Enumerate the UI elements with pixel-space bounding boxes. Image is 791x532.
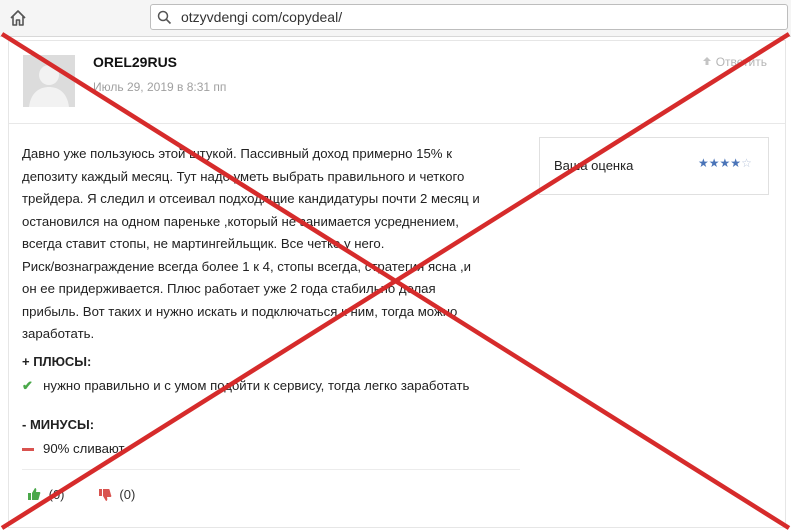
text-line: Давно уже пользуюсь этой штукой. Пассивн…: [22, 146, 452, 161]
thumbs-down-icon[interactable]: [98, 487, 116, 502]
check-icon: ✔: [22, 378, 34, 393]
star-rating[interactable]: ★★★★☆: [698, 156, 752, 170]
text-line: заработать.: [22, 326, 95, 341]
search-icon: [157, 10, 172, 30]
star-icon[interactable]: ★: [730, 156, 741, 170]
minus-icon: [22, 448, 34, 452]
reply-arrow-icon: [702, 55, 715, 69]
text-line: Риск/вознаграждение всегда более 1 к 4, …: [22, 258, 472, 274]
rating-box: Ваша оценка ★★★★☆: [539, 137, 769, 195]
comment-author[interactable]: OREL29RUS: [93, 54, 177, 70]
text-line: остановился на одном пареньке ,который н…: [22, 213, 459, 229]
pros-text: нужно правильно и с умом подойти к серви…: [43, 378, 470, 393]
address-bar[interactable]: otzyvdengi com/copydeal/: [150, 4, 788, 30]
url-text[interactable]: otzyvdengi com/copydeal/: [181, 9, 342, 25]
browser-toolbar: otzyvdengi com/copydeal/: [0, 0, 791, 37]
star-icon[interactable]: ★: [709, 156, 720, 170]
star-icon[interactable]: ☆: [741, 156, 752, 170]
avatar: [23, 55, 75, 107]
text-line: всегда ставит стопы, не мартингейльщик. …: [22, 236, 385, 251]
comment-date: Июль 29, 2019 в 8:31 пп: [93, 80, 227, 94]
cons-item: 90% сливают: [22, 441, 125, 456]
text-line: депозиту каждый месяц. Тут надо уметь вы…: [22, 168, 465, 184]
pros-title: + ПЛЮСЫ:: [22, 354, 92, 369]
text-line: прибыль. Вот таких и нужно искать и подк…: [22, 303, 458, 319]
home-icon[interactable]: [8, 8, 28, 28]
star-icon[interactable]: ★: [698, 156, 709, 170]
reply-label: Ответить: [715, 55, 767, 69]
comment-card: OREL29RUS Июль 29, 2019 в 8:31 пп Ответи…: [8, 40, 786, 528]
star-icon[interactable]: ★: [720, 156, 731, 170]
like-count: (0): [48, 487, 65, 502]
pros-item: ✔ нужно правильно и с умом подойти к серв…: [22, 378, 469, 394]
rating-label: Ваша оценка: [554, 158, 634, 173]
reply-button[interactable]: Ответить: [702, 55, 767, 69]
divider: [22, 469, 520, 470]
thumbs-up-icon[interactable]: [27, 487, 45, 502]
comment-text: Давно уже пользуюсь этой штукой. Пассивн…: [22, 143, 522, 346]
vote-bar: (0) (0): [27, 487, 139, 502]
cons-title: - МИНУСЫ:: [22, 417, 95, 432]
divider: [9, 123, 785, 124]
dislike-count: (0): [119, 487, 136, 502]
text-line: он ее придерживается. Плюс работает уже …: [22, 281, 436, 296]
text-line: трейдера. Я следил и отсеивал подходящие…: [22, 191, 480, 206]
cons-text: 90% сливают: [43, 441, 125, 456]
